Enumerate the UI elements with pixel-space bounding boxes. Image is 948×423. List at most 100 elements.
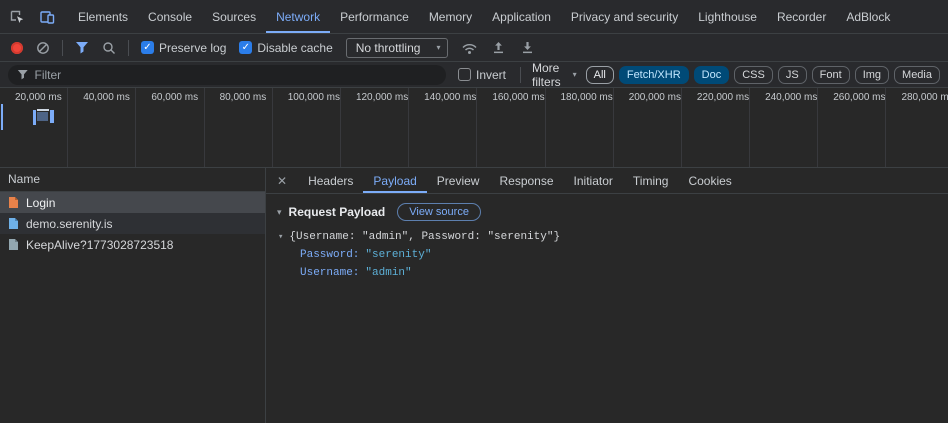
chevron-down-icon: ▾ [436, 42, 441, 52]
tab-lighthouse[interactable]: Lighthouse [688, 0, 767, 33]
tab-console[interactable]: Console [138, 0, 202, 33]
tab-memory[interactable]: Memory [419, 0, 482, 33]
payload-entry-password: Password: "serenity" [278, 246, 948, 264]
disclosure-triangle-icon[interactable]: ▾ [277, 207, 282, 218]
request-payload-section-header: ▾ Request Payload View source [266, 194, 948, 226]
detail-tab-initiator[interactable]: Initiator [564, 168, 623, 193]
filter-chip-img[interactable]: Img [854, 65, 890, 84]
detail-tab-response[interactable]: Response [489, 168, 563, 193]
requests-panel: Name Login demo.serenity.is KeepAlive?17… [0, 168, 266, 423]
payload-value: "serenity" [365, 249, 432, 261]
time-label: 60,000 ms [136, 88, 205, 167]
payload-value: "admin" [365, 267, 412, 279]
disclosure-triangle-icon[interactable]: ▾ [278, 228, 283, 246]
request-type-filter-chips: All Fetch/XHR Doc CSS JS Font Img Media [585, 65, 940, 84]
time-label: 100,000 ms [273, 88, 341, 167]
tab-adblock[interactable]: AdBlock [836, 0, 900, 33]
network-activity-bar [1, 104, 3, 130]
request-row-login[interactable]: Login [0, 192, 265, 213]
name-column-header[interactable]: Name [0, 168, 265, 192]
checkbox-empty-icon [458, 68, 471, 81]
filter-chip-all[interactable]: All [585, 65, 614, 84]
toolbar-divider [128, 39, 129, 56]
filter-funnel-icon[interactable] [72, 36, 92, 60]
inspect-element-icon[interactable] [4, 5, 30, 29]
document-request-icon [7, 238, 20, 251]
time-label: 20,000 ms [0, 88, 69, 167]
network-activity-bar [50, 110, 54, 123]
request-payload-title: Request Payload [288, 205, 386, 219]
network-toolbar: ✓ Preserve log ✓ Disable cache No thrott… [0, 34, 948, 62]
export-har-icon[interactable] [516, 36, 538, 60]
filter-chip-fetch-xhr[interactable]: Fetch/XHR [618, 65, 689, 84]
request-name: Login [26, 195, 56, 210]
network-activity-bar [37, 112, 48, 121]
detail-tab-payload[interactable]: Payload [363, 168, 426, 193]
tab-recorder[interactable]: Recorder [767, 0, 836, 33]
filter-chip-js[interactable]: JS [777, 65, 807, 84]
preserve-log-label: Preserve log [159, 40, 227, 55]
view-source-button[interactable]: View source [397, 203, 481, 221]
request-row-keepalive[interactable]: KeepAlive?1773028723518 [0, 234, 265, 255]
invert-checkbox[interactable]: Invert [458, 68, 506, 82]
filter-chip-media[interactable]: Media [894, 65, 940, 84]
payload-tree: ▾ {Username: "admin", Password: "serenit… [266, 226, 948, 282]
tab-application[interactable]: Application [482, 0, 561, 33]
document-request-icon [7, 217, 20, 230]
network-main-area: Name Login demo.serenity.is KeepAlive?17… [0, 168, 948, 423]
tab-network[interactable]: Network [266, 0, 330, 33]
request-name: demo.serenity.is [26, 216, 113, 231]
payload-object-preview: {Username: "admin", Password: "serenity"… [289, 231, 561, 243]
time-label: 120,000 ms [341, 88, 410, 167]
device-toolbar-icon[interactable] [34, 5, 60, 29]
time-label: 80,000 ms [205, 88, 273, 167]
detail-tab-cookies[interactable]: Cookies [678, 168, 741, 193]
check-icon: ✓ [239, 41, 253, 54]
tab-privacy-and-security[interactable]: Privacy and security [561, 0, 688, 33]
time-label: 220,000 ms [682, 88, 751, 167]
tab-elements[interactable]: Elements [68, 0, 138, 33]
request-row-demo-serenity[interactable]: demo.serenity.is [0, 213, 265, 234]
preserve-log-checkbox[interactable]: ✓ Preserve log [141, 41, 226, 55]
throttling-select[interactable]: No throttling ▾ [345, 37, 449, 58]
search-icon[interactable] [99, 36, 119, 60]
filterbar-divider [520, 66, 522, 83]
tab-performance[interactable]: Performance [330, 0, 419, 33]
funnel-icon [17, 69, 28, 80]
check-icon: ✓ [141, 41, 154, 54]
payload-entry-username: Username: "admin" [278, 264, 948, 282]
clear-network-log-icon[interactable] [33, 36, 53, 60]
devtools-tab-list: Elements Console Sources Network Perform… [68, 0, 900, 33]
network-activity-bar [33, 110, 36, 125]
time-label: 200,000 ms [614, 88, 682, 167]
chevron-down-icon: ▾ [572, 69, 577, 79]
detail-tab-headers[interactable]: Headers [298, 168, 363, 193]
more-filters-button[interactable]: More filters ▾ [532, 61, 577, 89]
disable-cache-checkbox[interactable]: ✓ Disable cache [239, 40, 333, 55]
invert-label: Invert [476, 67, 507, 82]
devtools-window: Elements Console Sources Network Perform… [0, 0, 948, 423]
request-name: KeepAlive?1773028723518 [26, 237, 174, 252]
filter-input[interactable] [34, 67, 437, 82]
devtools-tabbar: Elements Console Sources Network Perform… [0, 0, 948, 34]
payload-key: Username: [300, 267, 360, 279]
time-label: 280,000 ms [886, 88, 948, 167]
detail-tab-timing[interactable]: Timing [623, 168, 679, 193]
time-label: 140,000 ms [409, 88, 478, 167]
detail-tab-preview[interactable]: Preview [427, 168, 490, 193]
tab-sources[interactable]: Sources [202, 0, 266, 33]
filter-chip-doc[interactable]: Doc [693, 65, 730, 84]
import-har-icon[interactable] [487, 36, 509, 60]
time-label: 40,000 ms [68, 88, 137, 167]
filter-chip-font[interactable]: Font [811, 65, 850, 84]
timeline-overview[interactable]: 20,000 ms 40,000 ms 60,000 ms 80,000 ms … [0, 88, 948, 168]
more-filters-label: More filters [532, 60, 561, 89]
network-conditions-icon[interactable] [458, 36, 480, 60]
record-network-log-button[interactable] [11, 41, 23, 54]
disable-cache-label: Disable cache [257, 40, 333, 55]
filter-chip-css[interactable]: CSS [734, 65, 773, 84]
request-details-panel: ✕ Headers Payload Preview Response Initi… [266, 168, 948, 423]
payload-object-row: ▾ {Username: "admin", Password: "serenit… [278, 228, 948, 246]
close-details-icon[interactable]: ✕ [266, 174, 298, 188]
time-label: 260,000 ms [818, 88, 887, 167]
